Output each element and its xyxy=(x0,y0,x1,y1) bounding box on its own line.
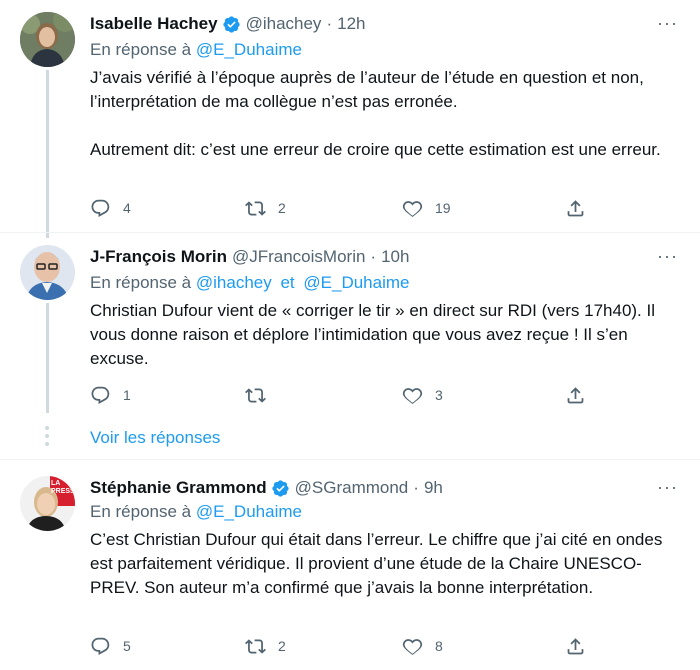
like-count: 8 xyxy=(435,638,443,654)
tweet-actions: 5 2 8 xyxy=(90,634,590,658)
like-button[interactable]: 8 xyxy=(402,636,443,657)
reply-button[interactable]: 4 xyxy=(90,198,131,219)
reply-count: 5 xyxy=(123,638,131,654)
thread-line xyxy=(46,303,49,413)
tweet-paragraph: Christian Dufour vient de « corriger le … xyxy=(90,301,656,368)
share-icon xyxy=(567,199,584,216)
retweet-button[interactable]: 2 xyxy=(245,636,286,657)
reply-context: En réponse à @E_Duhaime xyxy=(90,502,302,522)
reply-context: En réponse à @ihachey et @E_Duhaime xyxy=(90,273,409,293)
tweet-isabelle-hachey[interactable]: Isabelle Hachey @ihachey · 12h ··· En ré… xyxy=(0,0,700,238)
reply-icon xyxy=(91,386,110,404)
tweet-header: J-François Morin @JFrancoisMorin · 10h xyxy=(90,245,409,269)
retweet-icon xyxy=(245,387,266,403)
reply-context: En réponse à @E_Duhaime xyxy=(90,40,302,60)
retweet-icon xyxy=(245,200,266,216)
tweet-text: J’avais vérifié à l’époque auprès de l’a… xyxy=(90,66,680,162)
avatar-isabelle-hachey[interactable] xyxy=(20,12,75,67)
avatar-badge-text: LA PRESSE xyxy=(51,480,75,495)
avatar-jfrancois-morin[interactable] xyxy=(20,245,75,300)
reply-prefix: En réponse à xyxy=(90,273,192,292)
like-icon xyxy=(402,387,423,404)
tweet-paragraph: J’avais vérifié à l’époque auprès de l’a… xyxy=(90,68,644,111)
author-handle[interactable]: @SGrammond xyxy=(295,478,409,498)
tweet-stephanie-grammond[interactable]: LA PRESSE Stéphanie Grammond @SGrammond … xyxy=(0,460,700,670)
avatar-stephanie-grammond[interactable]: LA PRESSE xyxy=(20,476,75,531)
share-button[interactable] xyxy=(565,198,586,219)
tweet-actions: 4 2 19 xyxy=(90,196,590,220)
tweet-header: Isabelle Hachey @ihachey · 12h xyxy=(90,12,365,36)
like-button[interactable]: 19 xyxy=(402,198,451,219)
tweet-jfrancois-morin[interactable]: J-François Morin @JFrancoisMorin · 10h ·… xyxy=(0,233,700,420)
verified-badge-icon xyxy=(272,479,289,497)
verified-badge-icon xyxy=(222,15,240,33)
separator: · xyxy=(413,478,419,497)
author-name[interactable]: J-François Morin xyxy=(90,247,227,267)
tweet-paragraph: Autrement dit: c’est une erreur de croir… xyxy=(90,140,661,159)
retweet-icon xyxy=(245,638,266,654)
share-icon xyxy=(567,637,584,654)
more-icon[interactable]: ··· xyxy=(657,14,678,32)
like-count: 3 xyxy=(435,387,443,403)
like-icon xyxy=(402,638,423,655)
reply-mention[interactable]: @ihachey xyxy=(196,273,272,292)
reply-mention[interactable]: @E_Duhaime xyxy=(196,502,302,521)
reply-prefix: En réponse à xyxy=(90,40,192,59)
separator: · xyxy=(326,14,333,33)
retweet-button[interactable]: 2 xyxy=(245,198,286,219)
reply-button[interactable]: 1 xyxy=(90,385,131,406)
share-button[interactable] xyxy=(565,385,586,406)
retweet-count: 2 xyxy=(278,638,286,654)
tweet-header: Stéphanie Grammond @SGrammond · 9h xyxy=(90,476,443,500)
thread-line xyxy=(46,70,49,238)
show-replies-link[interactable]: Voir les réponses xyxy=(90,428,220,448)
share-button[interactable] xyxy=(565,636,586,657)
share-icon xyxy=(567,386,584,403)
like-icon xyxy=(402,200,423,217)
tweet-actions: 1 3 xyxy=(90,383,590,407)
thread-dots xyxy=(45,426,49,450)
like-button[interactable]: 3 xyxy=(402,385,443,406)
like-count: 19 xyxy=(435,200,451,216)
author-name[interactable]: Stéphanie Grammond xyxy=(90,478,267,498)
tweet-text: C’est Christian Dufour qui était dans l’… xyxy=(90,528,680,600)
separator: · xyxy=(370,247,377,266)
reply-icon xyxy=(91,199,110,217)
reply-joiner: et xyxy=(280,273,295,292)
reply-count: 1 xyxy=(123,387,131,403)
author-handle[interactable]: @JFrancoisMorin xyxy=(232,247,365,267)
author-handle[interactable]: @ihachey xyxy=(246,14,322,34)
timestamp[interactable]: 10h xyxy=(381,247,409,267)
tweet-paragraph: C’est Christian Dufour qui était dans l’… xyxy=(90,530,663,597)
timestamp[interactable]: 12h xyxy=(337,14,365,34)
reply-prefix: En réponse à xyxy=(90,502,192,521)
reply-count: 4 xyxy=(123,200,131,216)
retweet-count: 2 xyxy=(278,200,286,216)
author-name[interactable]: Isabelle Hachey xyxy=(90,14,218,34)
timestamp[interactable]: 9h xyxy=(424,478,443,498)
more-icon[interactable]: ··· xyxy=(657,247,678,265)
retweet-button[interactable] xyxy=(245,385,278,406)
reply-icon xyxy=(91,637,110,655)
more-icon[interactable]: ··· xyxy=(657,478,678,496)
reply-button[interactable]: 5 xyxy=(90,636,131,657)
reply-mention[interactable]: @E_Duhaime xyxy=(196,40,302,59)
reply-mention[interactable]: @E_Duhaime xyxy=(303,273,409,292)
tweet-text: Christian Dufour vient de « corriger le … xyxy=(90,299,680,371)
